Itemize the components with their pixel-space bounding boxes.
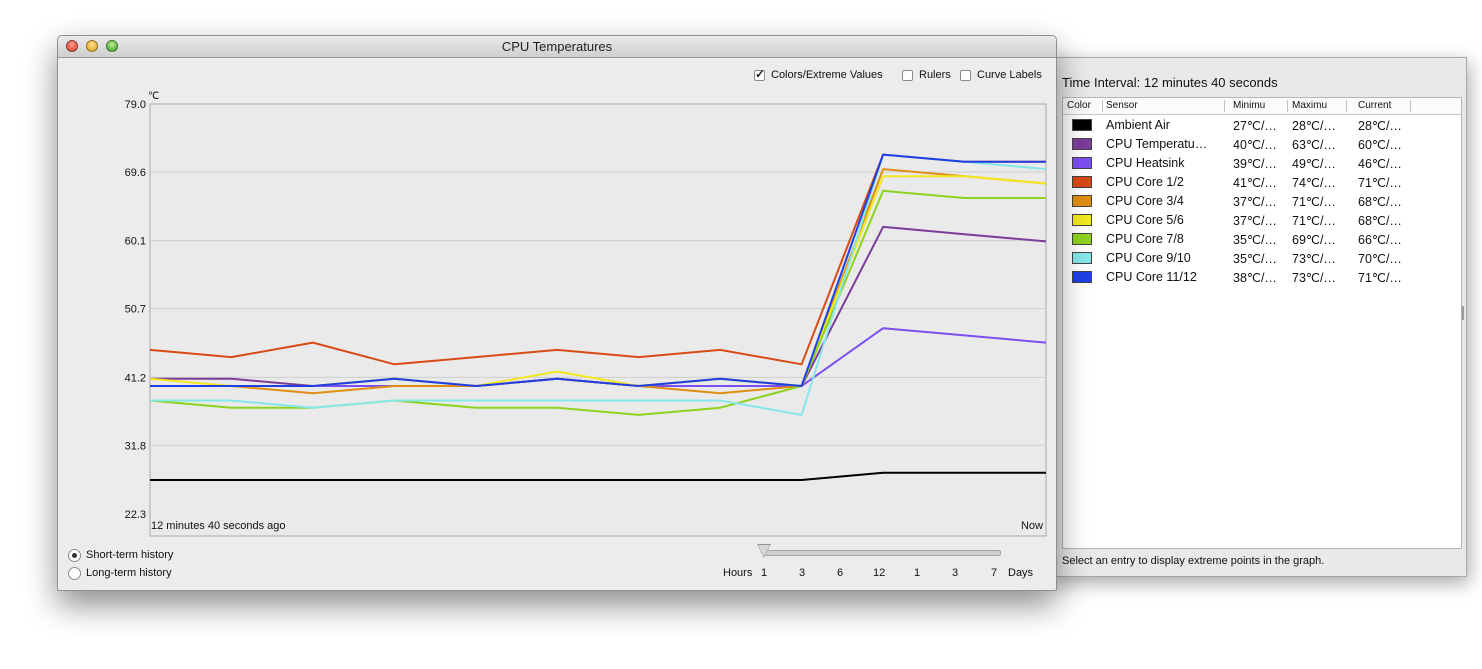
current-value-cell: 68℃/… [1358,195,1402,209]
slider-tick-label: 12 [873,567,886,579]
slider-tick-label: 1 [761,567,768,579]
y-tick-label: 79.0 [125,99,146,111]
column-header-sensor[interactable]: Sensor [1106,100,1138,111]
table-header: Color Sensor Minimu Maximu Current [1063,98,1461,115]
temperature-chart: 79.0 69.6 60.1 50.7 41.2 31.8 22.3 ℃ 12 minutes … [125,91,1047,537]
min-value-cell: 38℃/… [1233,271,1277,285]
column-divider [1102,100,1103,112]
column-header-max[interactable]: Maximu [1292,100,1327,111]
max-value-cell: 73℃/… [1292,271,1336,285]
color-swatch [1072,119,1092,131]
slider-days-label: Days [1008,567,1034,579]
color-swatch [1072,176,1092,188]
column-header-color[interactable]: Color [1067,100,1091,111]
current-value-cell: 46℃/… [1358,157,1402,171]
current-value-cell: 66℃/… [1358,233,1402,247]
color-swatch [1072,138,1092,150]
min-value-cell: 40℃/… [1233,138,1277,152]
radio-dot[interactable] [68,567,81,580]
sensor-row[interactable]: CPU Core 9/10 35℃/… 73℃/… 70℃/… [1063,249,1461,268]
color-swatch [1072,214,1092,226]
sensor-row[interactable]: CPU Core 11/12 38℃/… 73℃/… 71℃/… [1063,268,1461,287]
column-divider [1287,100,1288,112]
color-swatch [1072,157,1092,169]
current-value-cell: 71℃/… [1358,176,1402,190]
sensor-row[interactable]: CPU Temperatu… 40℃/… 63℃/… 60℃/… [1063,135,1461,154]
min-value-cell: 41℃/… [1233,176,1277,190]
y-tick-label: 22.3 [125,509,146,521]
y-tick-label: 60.1 [125,236,146,248]
sensor-name-cell: Ambient Air [1106,118,1170,132]
plot-area [149,103,1047,537]
max-value-cell: 49℃/… [1292,157,1336,171]
time-interval-label: Time Interval: 12 minutes 40 seconds [1062,75,1278,90]
slider-tick-label: 1 [914,567,921,579]
radio-label: Long-term history [86,567,172,579]
y-tick-label: 50.7 [125,304,146,316]
sensor-name-cell: CPU Core 7/8 [1106,232,1184,246]
sensor-drawer: Time Interval: 12 minutes 40 seconds Col… [1050,57,1467,577]
min-value-cell: 27℃/… [1233,119,1277,133]
sensor-table[interactable]: Color Sensor Minimu Maximu Current Ambie… [1062,97,1462,549]
radio-dot[interactable] [68,549,81,562]
max-value-cell: 71℃/… [1292,214,1336,228]
history-range-slider-knob[interactable] [758,545,770,557]
slider-tick-label: 7 [991,567,998,579]
column-divider [1224,100,1225,112]
x-end-label: Now [1021,520,1043,532]
color-swatch [1072,195,1092,207]
color-swatch [1072,271,1092,283]
column-header-min[interactable]: Minimu [1233,100,1265,111]
sensor-name-cell: CPU Temperatu… [1106,137,1208,151]
slider-tick-label: 6 [837,567,844,579]
drawer-resize-handle[interactable] [1462,306,1464,320]
cpu-temperatures-window: CPU Temperatures Colors/Extreme Values R… [57,35,1057,591]
sensor-row[interactable]: CPU Core 3/4 37℃/… 71℃/… 68℃/… [1063,192,1461,211]
max-value-cell: 74℃/… [1292,176,1336,190]
min-value-cell: 37℃/… [1233,214,1277,228]
sensor-name-cell: CPU Core 11/12 [1106,270,1197,284]
max-value-cell: 73℃/… [1292,252,1336,266]
column-divider [1346,100,1347,112]
min-value-cell: 35℃/… [1233,252,1277,266]
y-tick-label: 69.6 [125,167,146,179]
max-value-cell: 71℃/… [1292,195,1336,209]
sensor-name-cell: CPU Core 1/2 [1106,175,1184,189]
sensor-row[interactable]: CPU Heatsink 39℃/… 49℃/… 46℃/… [1063,154,1461,173]
current-value-cell: 28℃/… [1358,119,1402,133]
color-swatch [1072,233,1092,245]
sensor-row[interactable]: CPU Core 1/2 41℃/… 74℃/… 71℃/… [1063,173,1461,192]
sensor-row[interactable]: CPU Core 7/8 35℃/… 69℃/… 66℃/… [1063,230,1461,249]
history-range-slider-track[interactable] [765,550,1001,556]
color-swatch [1072,252,1092,264]
min-value-cell: 35℃/… [1233,233,1277,247]
max-value-cell: 63℃/… [1292,138,1336,152]
max-value-cell: 69℃/… [1292,233,1336,247]
sensor-row[interactable]: Ambient Air 27℃/… 28℃/… 28℃/… [1063,116,1461,135]
sensor-row[interactable]: CPU Core 5/6 37℃/… 71℃/… 68℃/… [1063,211,1461,230]
column-divider [1410,100,1411,112]
min-value-cell: 39℃/… [1233,157,1277,171]
current-value-cell: 70℃/… [1358,252,1402,266]
radio-label: Short-term history [86,549,174,561]
x-start-label: 12 minutes 40 seconds ago [151,520,286,532]
sensor-name-cell: CPU Core 5/6 [1106,213,1184,227]
current-value-cell: 68℃/… [1358,214,1402,228]
drawer-status-text: Select an entry to display extreme point… [1062,555,1325,567]
sensor-name-cell: CPU Heatsink [1106,156,1185,170]
current-value-cell: 60℃/… [1358,138,1402,152]
sensor-name-cell: CPU Core 9/10 [1106,251,1191,265]
slider-tick-label: 3 [799,567,806,579]
y-tick-label: 41.2 [125,372,146,384]
slider-hours-label: Hours [723,567,753,579]
current-value-cell: 71℃/… [1358,271,1402,285]
max-value-cell: 28℃/… [1292,119,1336,133]
y-tick-label: 31.8 [125,440,146,452]
min-value-cell: 37℃/… [1233,195,1277,209]
column-header-current[interactable]: Current [1358,100,1391,111]
sensor-name-cell: CPU Core 3/4 [1106,194,1184,208]
slider-tick-label: 3 [952,567,959,579]
y-axis-unit-label: ℃ [148,91,159,102]
